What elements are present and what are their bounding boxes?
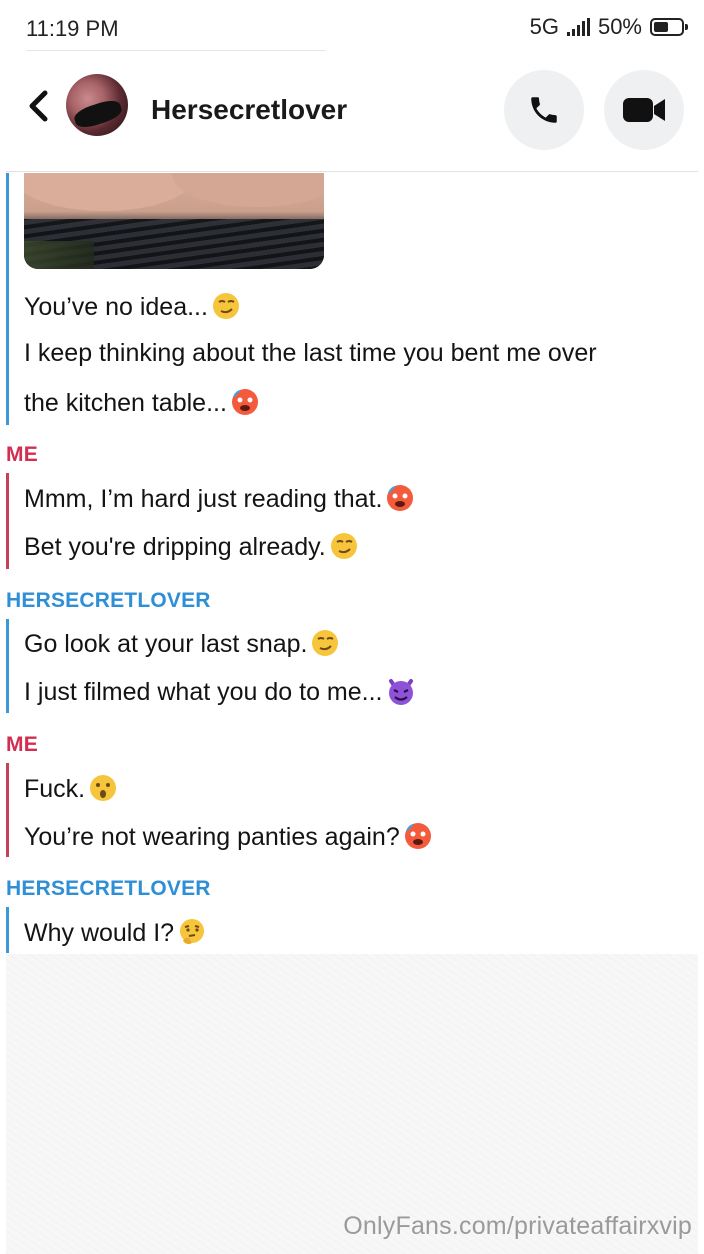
message-text: I just filmed what you do to me... (24, 676, 416, 707)
battery-percent: 50% (597, 14, 642, 39)
smirk-emoji-icon (312, 630, 339, 656)
hot-face-emoji-icon (387, 485, 414, 511)
sender-label-me: ME (6, 443, 38, 466)
video-camera-icon (623, 98, 665, 122)
voice-call-button[interactable] (504, 70, 584, 150)
message-text: I keep thinking about the last time you … (24, 339, 597, 367)
status-right: 5G 50% (529, 14, 688, 40)
network-label: 5G (529, 14, 559, 39)
message-text: Why would I? (24, 917, 207, 948)
message-text: Go look at your last snap. (24, 628, 340, 659)
message-text: the kitchen table... (24, 387, 260, 418)
sender-bar-her (6, 173, 9, 425)
video-call-button[interactable] (604, 70, 684, 150)
message-text: Bet you're dripping already. (24, 531, 359, 562)
back-button[interactable] (18, 86, 58, 126)
watermark: OnlyFans.com/privateaffairxvip (343, 1212, 692, 1240)
smirk-emoji-icon (212, 293, 239, 319)
message-text: Mmm, I’m hard just reading that. (24, 483, 415, 514)
sender-label-her: HERSECRETLOVER (6, 589, 211, 612)
smiling-devil-emoji-icon (388, 679, 413, 705)
message-text: Fuck. (24, 773, 118, 804)
smirk-emoji-icon (330, 533, 357, 559)
thinking-face-emoji-icon (180, 919, 205, 945)
contact-name[interactable]: Hersecretlover (151, 94, 347, 126)
sender-bar-me (6, 473, 9, 569)
sender-bar-her (6, 619, 9, 713)
empty-background (6, 954, 698, 1254)
phone-icon (531, 97, 557, 123)
sender-label-her: HERSECRETLOVER (6, 877, 211, 900)
status-time: 11:19 PM (26, 16, 119, 41)
chat-screen: 11:19 PM 5G 50% Hersecretlover You’ve no… (6, 0, 698, 1254)
hot-face-emoji-icon (404, 823, 431, 849)
avatar[interactable] (66, 74, 128, 136)
sender-bar-me (6, 763, 9, 857)
shared-photo[interactable] (24, 173, 324, 269)
chevron-left-icon (29, 90, 48, 122)
message-text: You’ve no idea... (24, 291, 241, 322)
battery-icon (650, 18, 688, 36)
status-divider (26, 50, 326, 51)
signal-icon (566, 18, 590, 36)
sender-label-me: ME (6, 733, 38, 756)
message-list[interactable]: You’ve no idea... I keep thinking about … (6, 173, 698, 953)
chat-header: Hersecretlover (6, 56, 698, 172)
status-bar: 11:19 PM 5G 50% (6, 0, 698, 56)
hot-face-emoji-icon (231, 389, 258, 415)
sender-bar-her (6, 907, 9, 953)
hushed-face-emoji-icon (90, 775, 117, 801)
message-text: You’re not wearing panties again? (24, 821, 433, 852)
